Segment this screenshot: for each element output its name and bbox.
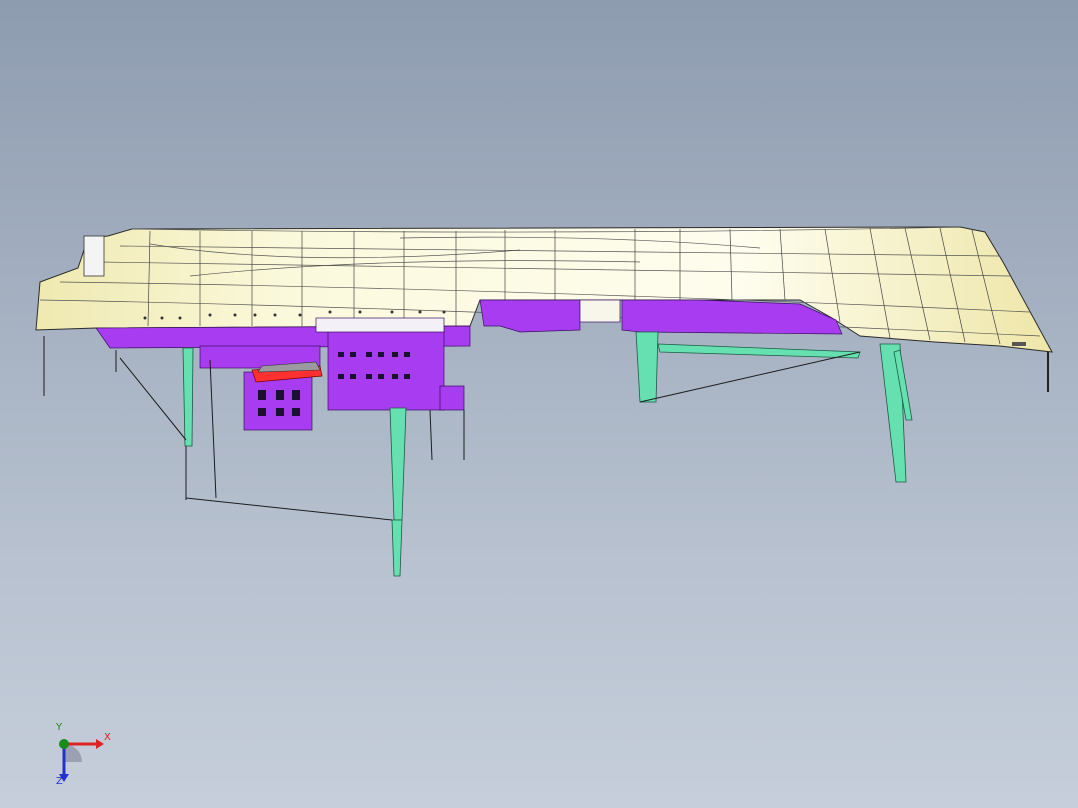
coordinate-triad: X Y Z — [40, 722, 120, 794]
bow-mast — [83, 235, 105, 277]
ship-model-3d-view[interactable] — [0, 0, 1078, 808]
crane-center-pillar — [389, 407, 407, 521]
crane-aft-pillar — [635, 331, 659, 403]
y-axis-label: Y — [56, 722, 63, 733]
midship-white-box — [579, 299, 621, 323]
midship-deck-equipment — [479, 299, 581, 333]
superstructure-block-upper — [315, 317, 445, 333]
stern-tag — [1012, 342, 1026, 346]
x-axis-label: X — [104, 732, 111, 743]
y-axis-dot — [59, 739, 69, 749]
crane-house — [243, 371, 313, 431]
crane-aft-boom — [657, 343, 861, 359]
x-axis-arrowhead — [96, 739, 104, 749]
crane-center-lower — [391, 519, 403, 577]
superstructure-block-main — [327, 329, 445, 411]
crane-left-pillar — [182, 347, 194, 447]
z-axis-label: Z — [56, 776, 63, 787]
rigging-lines — [43, 336, 861, 521]
crane-base-block — [439, 385, 465, 411]
cad-graphics-viewport[interactable]: X Y Z — [0, 0, 1078, 808]
